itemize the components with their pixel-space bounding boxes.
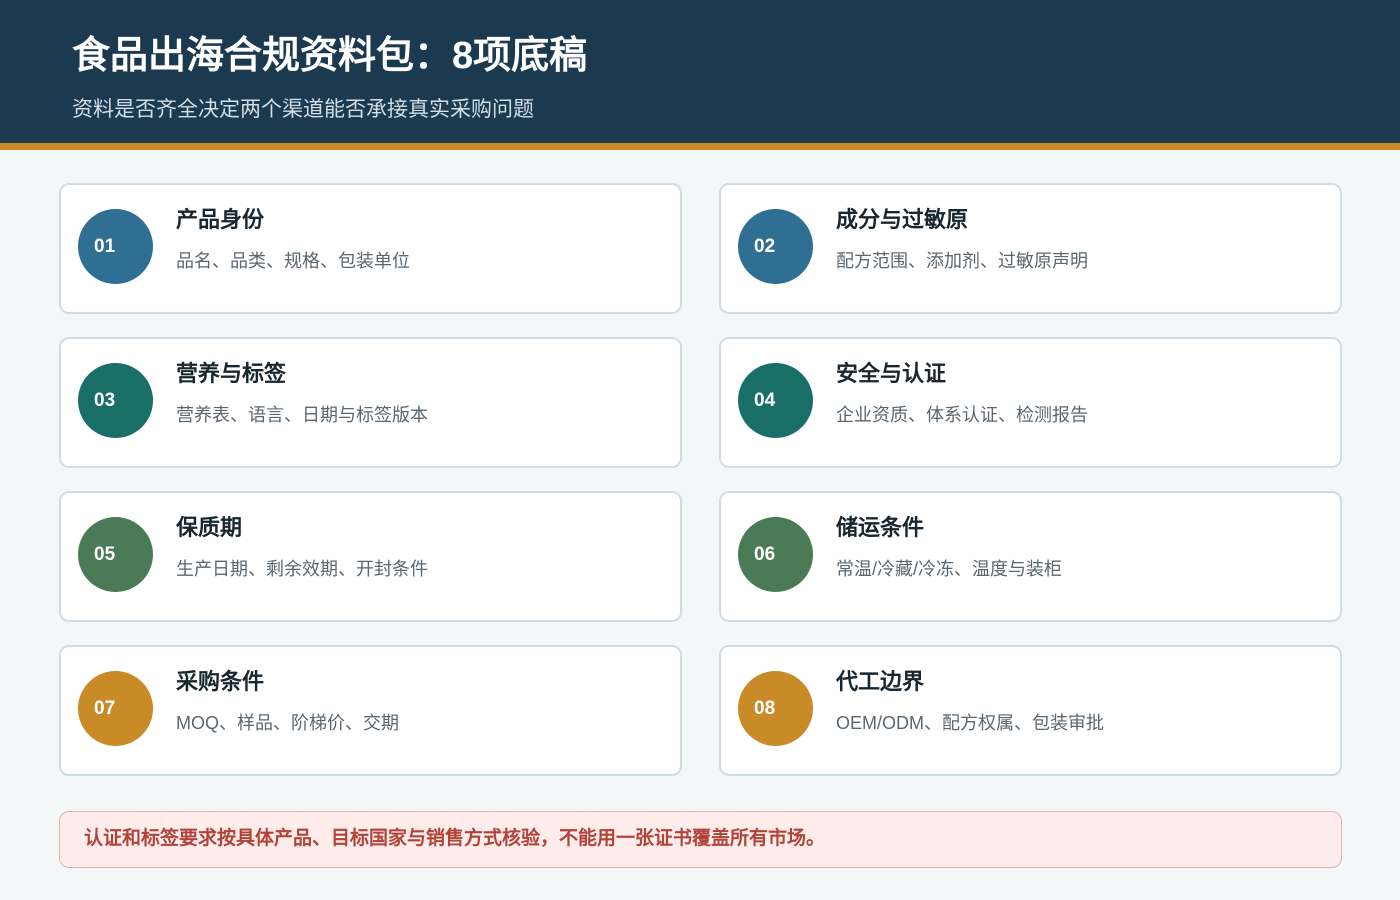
- card-description: 企业资质、体系认证、检测报告: [836, 405, 1088, 425]
- checklist-card-08: 08 代工边界 OEM/ODM、配方权属、包装审批: [719, 645, 1342, 776]
- card-title: 保质期: [176, 515, 243, 540]
- card-title: 安全与认证: [836, 361, 947, 386]
- checklist-card-01: 01 产品身份 品名、品类、规格、包装单位: [59, 183, 682, 314]
- checklist-card-06: 06 储运条件 常温/冷藏/冷冻、温度与装柜: [719, 491, 1342, 622]
- page-subtitle: 资料是否齐全决定两个渠道能否承接真实采购问题: [72, 98, 534, 121]
- card-title: 成分与过敏原: [836, 207, 969, 232]
- card-description: 生产日期、剩余效期、开封条件: [176, 559, 428, 579]
- card-title: 营养与标签: [176, 361, 287, 386]
- checklist-card-04: 04 安全与认证 企业资质、体系认证、检测报告: [719, 337, 1342, 468]
- number-badge: 07: [78, 671, 153, 746]
- page-header: 食品出海合规资料包：8项底稿 资料是否齐全决定两个渠道能否承接真实采购问题: [0, 0, 1400, 143]
- card-title: 代工边界: [836, 669, 925, 694]
- number-badge: 01: [78, 209, 153, 284]
- number-badge: 03: [78, 363, 153, 438]
- card-title: 产品身份: [176, 207, 265, 232]
- checklist-card-07: 07 采购条件 MOQ、样品、阶梯价、交期: [59, 645, 682, 776]
- page-title: 食品出海合规资料包：8项底稿: [72, 35, 588, 77]
- number-badge: 02: [738, 209, 813, 284]
- checklist-card-03: 03 营养与标签 营养表、语言、日期与标签版本: [59, 337, 682, 468]
- card-description: 常温/冷藏/冷冻、温度与装柜: [836, 559, 1063, 579]
- card-description: 品名、品类、规格、包装单位: [176, 251, 410, 271]
- card-title: 采购条件: [176, 669, 265, 694]
- number-badge: 04: [738, 363, 813, 438]
- notice-text: 认证和标签要求按具体产品、目标国家与销售方式核验，不能用一张证书覆盖所有市场。: [84, 828, 826, 849]
- number-badge: 08: [738, 671, 813, 746]
- checklist-card-05: 05 保质期 生产日期、剩余效期、开封条件: [59, 491, 682, 622]
- compliance-notice: 认证和标签要求按具体产品、目标国家与销售方式核验，不能用一张证书覆盖所有市场。: [59, 811, 1342, 868]
- card-description: OEM/ODM、配方权属、包装审批: [836, 713, 1104, 733]
- header-accent-bar: [0, 143, 1400, 150]
- card-description: 营养表、语言、日期与标签版本: [176, 405, 428, 425]
- number-badge: 05: [78, 517, 153, 592]
- card-description: 配方范围、添加剂、过敏原声明: [836, 251, 1088, 271]
- number-badge: 06: [738, 517, 813, 592]
- card-title: 储运条件: [836, 515, 925, 540]
- checklist-card-02: 02 成分与过敏原 配方范围、添加剂、过敏原声明: [719, 183, 1342, 314]
- card-description: MOQ、样品、阶梯价、交期: [176, 713, 399, 733]
